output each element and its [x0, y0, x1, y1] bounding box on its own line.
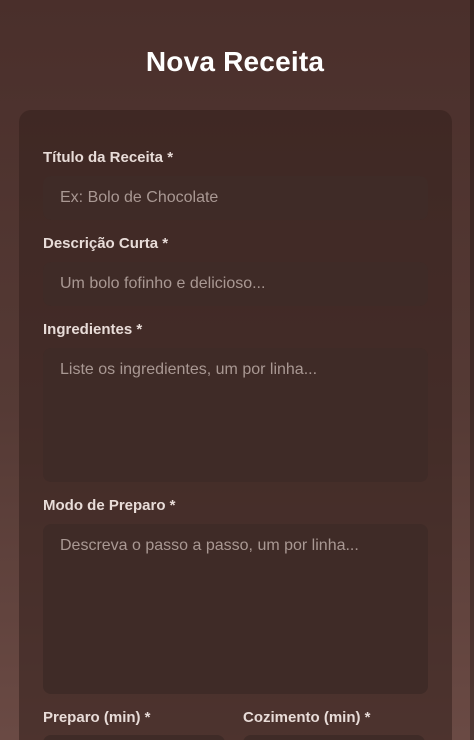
preparation-method-label: Modo de Preparo *: [43, 497, 176, 514]
preparation-method-textarea[interactable]: [43, 524, 428, 694]
scrollbar-track[interactable]: [470, 0, 474, 740]
recipe-title-label: Título da Receita *: [43, 149, 174, 166]
cook-time-input[interactable]: [243, 735, 425, 740]
ingredients-label: Ingredientes *: [43, 321, 143, 338]
prep-time-input[interactable]: [43, 735, 225, 740]
cook-time-label: Cozimento (min) *: [243, 709, 371, 726]
prep-time-label: Preparo (min) *: [43, 709, 151, 726]
page-title: Nova Receita: [145, 46, 325, 77]
short-description-label: Descrição Curta *: [43, 235, 169, 252]
short-description-input[interactable]: [43, 262, 428, 306]
recipe-title-input[interactable]: [43, 176, 428, 220]
ingredients-textarea[interactable]: [43, 348, 428, 482]
